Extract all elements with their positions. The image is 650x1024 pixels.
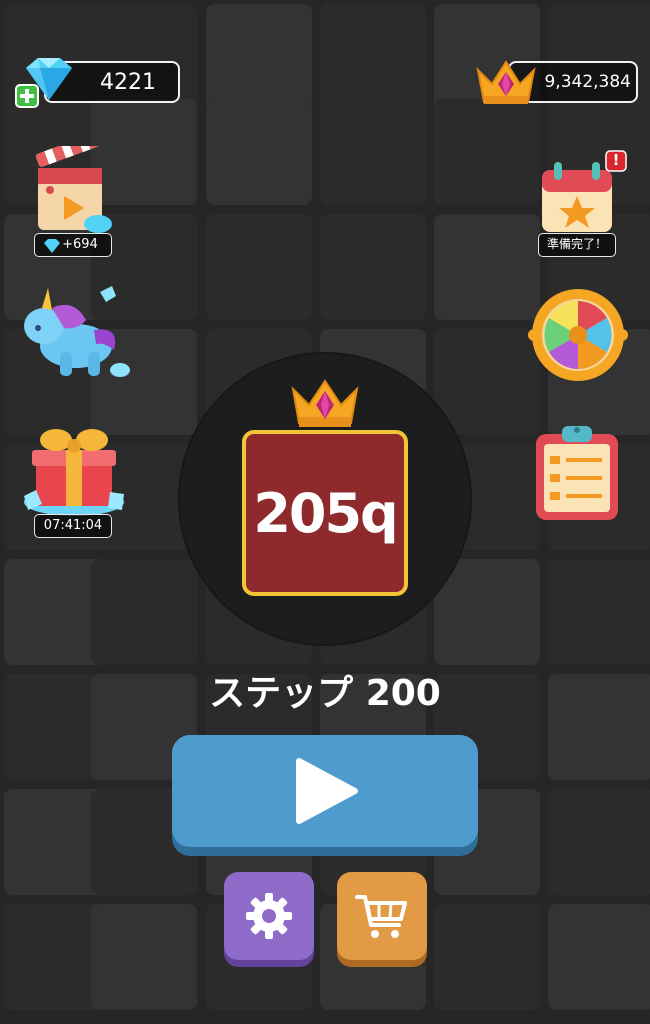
cart-icon — [355, 895, 407, 938]
plus-icon[interactable] — [15, 84, 39, 108]
gift-timer: 07:41:04 — [34, 514, 112, 538]
calendar-status-tag: 準備完了！ — [538, 233, 616, 257]
tile-crown-icon — [289, 375, 361, 431]
calendar-star-icon[interactable] — [540, 160, 614, 234]
background-tile — [434, 904, 540, 1010]
alert-badge-text: ! — [612, 151, 620, 169]
crown-count: 9,342,384 — [544, 72, 631, 92]
play-icon — [296, 758, 358, 824]
background-tile — [320, 4, 426, 110]
crown-icon — [474, 56, 538, 108]
step-label: ステップ 200 — [209, 673, 441, 714]
background-tile — [206, 99, 312, 205]
small-diamond-icon — [42, 238, 62, 253]
background-tile — [91, 559, 197, 665]
gear-icon — [246, 893, 292, 939]
background-tile — [434, 329, 540, 435]
highest-tile-value: 205q — [253, 481, 398, 545]
video-reward-amount: +694 — [62, 237, 98, 252]
clipboard-list-icon[interactable] — [534, 422, 620, 522]
background-tile — [548, 559, 650, 665]
gift-icon[interactable] — [18, 420, 130, 518]
unicorn-icon[interactable] — [16, 286, 130, 384]
prize-wheel-icon[interactable] — [526, 286, 630, 384]
gem-count: 4221 — [100, 69, 156, 95]
shop-button[interactable] — [337, 872, 427, 960]
background-tile — [434, 214, 540, 320]
gift-timer-text: 07:41:04 — [43, 518, 103, 533]
clapperboard-icon[interactable] — [34, 132, 114, 234]
settings-button[interactable] — [224, 872, 314, 960]
background-tile — [548, 789, 650, 895]
background-tile — [206, 4, 312, 110]
highest-tile: 205q — [242, 430, 408, 596]
play-button[interactable] — [172, 735, 478, 847]
calendar-status-text: 準備完了！ — [546, 237, 607, 251]
background-tile — [434, 99, 540, 205]
background-tile — [91, 904, 197, 1010]
background-tile — [206, 214, 312, 320]
background-tile — [320, 214, 426, 320]
background-tile — [320, 99, 426, 205]
background-tile — [548, 904, 650, 1010]
